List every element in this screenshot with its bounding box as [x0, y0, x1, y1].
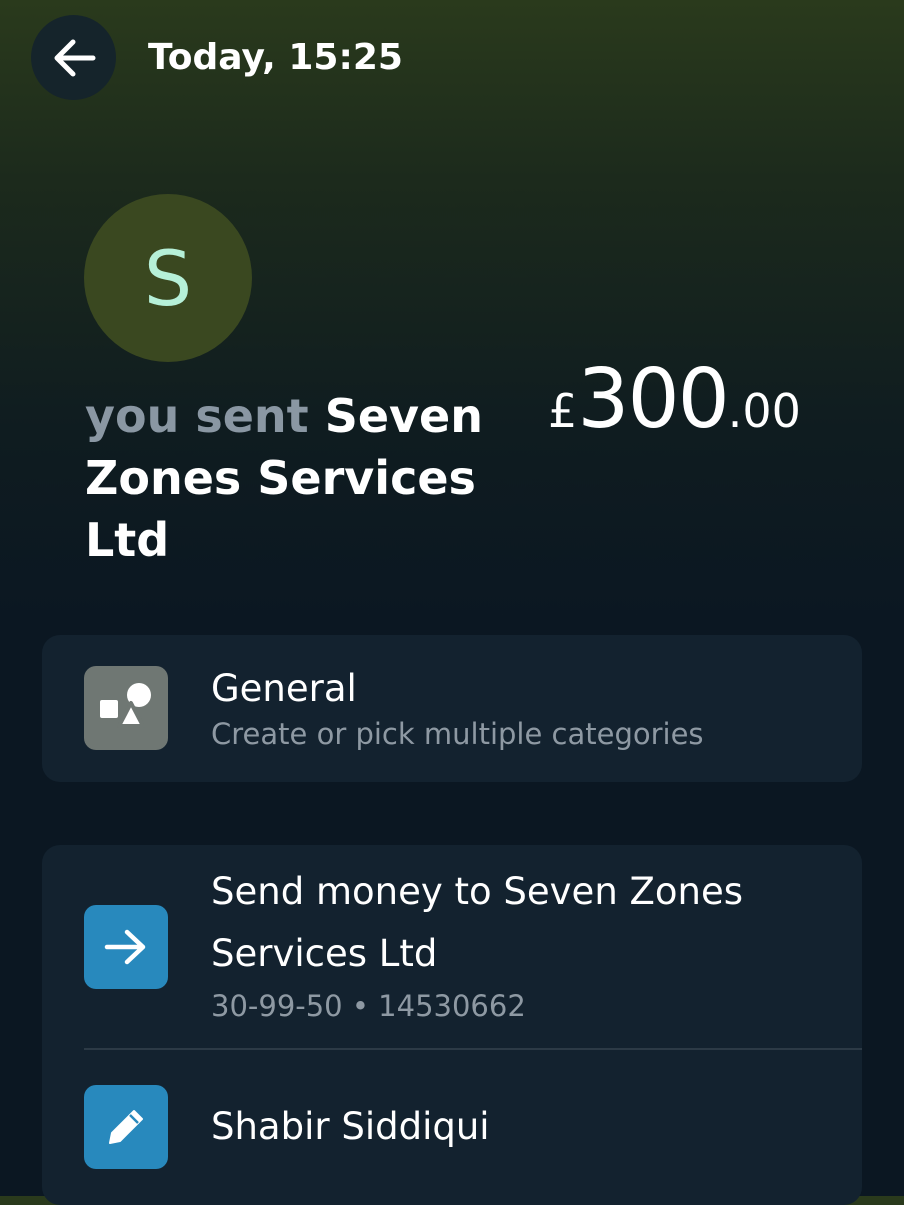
arrow-left-icon [54, 39, 95, 76]
note-row[interactable]: Shabir Siddiqui [42, 1050, 862, 1205]
note-text: Shabir Siddiqui [211, 1105, 490, 1148]
shapes-icon [84, 666, 168, 750]
headline-prefix: you sent [85, 389, 309, 443]
transaction-time: Today, 15:25 [148, 37, 403, 78]
category-subtitle: Create or pick multiple categories [211, 717, 704, 751]
amount-fraction: .00 [727, 384, 801, 438]
actions-card: Send money to Seven Zones Services Ltd 3… [42, 845, 862, 1205]
category-title: General [211, 667, 357, 710]
send-money-row[interactable]: Send money to Seven Zones Services Ltd 3… [42, 845, 862, 1048]
send-money-title: Send money to Seven Zones Services Ltd [211, 870, 744, 975]
transaction-amount: £ 300 .00 [548, 352, 838, 447]
avatar: S [84, 194, 252, 362]
back-button[interactable] [31, 15, 116, 100]
pencil-icon [84, 1085, 168, 1169]
amount-currency: £ [548, 384, 578, 438]
category-card[interactable]: General Create or pick multiple categori… [42, 635, 862, 782]
transaction-headline: you sent Seven Zones Services Ltd [85, 385, 485, 571]
account-details: 30-99-50 • 14530662 [211, 989, 526, 1023]
arrow-right-icon [84, 905, 168, 989]
amount-whole: 300 [577, 352, 730, 447]
